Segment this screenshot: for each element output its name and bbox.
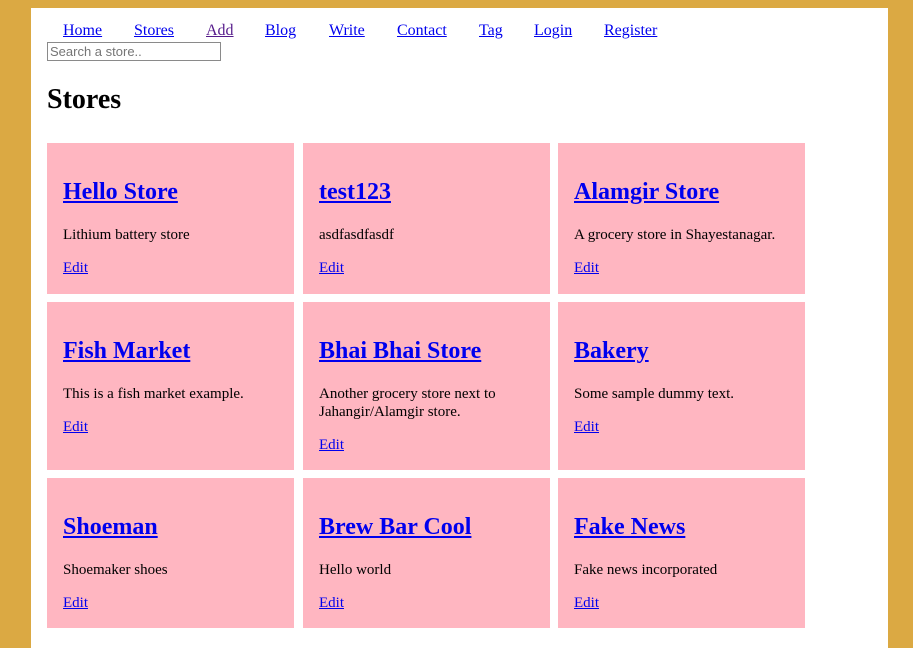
store-title-link[interactable]: Hello Store bbox=[63, 179, 178, 206]
nav-tag[interactable]: Tag bbox=[479, 22, 503, 40]
edit-link[interactable]: Edit bbox=[319, 260, 344, 277]
edit-link[interactable]: Edit bbox=[63, 595, 88, 612]
store-card: Brew Bar Cool Hello world Edit bbox=[303, 478, 550, 628]
store-description: Another grocery store next to Jahangir/A… bbox=[319, 386, 496, 420]
nav-write[interactable]: Write bbox=[329, 22, 365, 40]
store-title-link[interactable]: Alamgir Store bbox=[574, 179, 719, 206]
edit-link[interactable]: Edit bbox=[574, 419, 599, 436]
search-input[interactable] bbox=[47, 42, 221, 61]
store-description: Shoemaker shoes bbox=[63, 562, 168, 578]
store-title-link[interactable]: Bakery bbox=[574, 338, 649, 365]
store-card: Shoeman Shoemaker shoes Edit bbox=[47, 478, 294, 628]
nav-login[interactable]: Login bbox=[534, 22, 572, 40]
store-description: asdfasdfasdf bbox=[319, 227, 394, 243]
store-card: Bakery Some sample dummy text. Edit bbox=[558, 302, 805, 470]
edit-link[interactable]: Edit bbox=[63, 260, 88, 277]
edit-link[interactable]: Edit bbox=[574, 260, 599, 277]
store-description: A grocery store in Shayestanagar. bbox=[574, 227, 776, 243]
store-description: Fake news incorporated bbox=[574, 562, 718, 578]
nav-register[interactable]: Register bbox=[604, 22, 657, 40]
store-title-link[interactable]: Fish Market bbox=[63, 338, 190, 365]
nav-home[interactable]: Home bbox=[63, 22, 102, 40]
nav-blog[interactable]: Blog bbox=[265, 22, 296, 40]
nav-contact[interactable]: Contact bbox=[397, 22, 447, 40]
edit-link[interactable]: Edit bbox=[319, 437, 344, 454]
edit-link[interactable]: Edit bbox=[63, 419, 88, 436]
store-card: Fish Market This is a fish market exampl… bbox=[47, 302, 294, 470]
store-card: Fake News Fake news incorporated Edit bbox=[558, 478, 805, 628]
store-title-link[interactable]: Brew Bar Cool bbox=[319, 514, 471, 541]
store-title-link[interactable]: Bhai Bhai Store bbox=[319, 338, 481, 365]
store-description: Hello world bbox=[319, 562, 392, 578]
store-title-link[interactable]: Fake News bbox=[574, 514, 685, 541]
edit-link[interactable]: Edit bbox=[319, 595, 344, 612]
nav-add[interactable]: Add bbox=[206, 22, 234, 40]
store-card: Alamgir Store A grocery store in Shayest… bbox=[558, 143, 805, 294]
store-card: test123 asdfasdfasdf Edit bbox=[303, 143, 550, 294]
page-title: Stores bbox=[47, 84, 122, 115]
store-title-link[interactable]: test123 bbox=[319, 179, 391, 206]
store-description: This is a fish market example. bbox=[63, 386, 244, 402]
store-card: Hello Store Lithium battery store Edit bbox=[47, 143, 294, 294]
store-description: Lithium battery store bbox=[63, 227, 190, 243]
page-container: Home Stores Add Blog Write Contact Tag L… bbox=[31, 8, 888, 648]
nav-stores[interactable]: Stores bbox=[134, 22, 174, 40]
store-card: Bhai Bhai Store Another grocery store ne… bbox=[303, 302, 550, 470]
store-description: Some sample dummy text. bbox=[574, 386, 734, 402]
edit-link[interactable]: Edit bbox=[574, 595, 599, 612]
store-title-link[interactable]: Shoeman bbox=[63, 514, 158, 541]
